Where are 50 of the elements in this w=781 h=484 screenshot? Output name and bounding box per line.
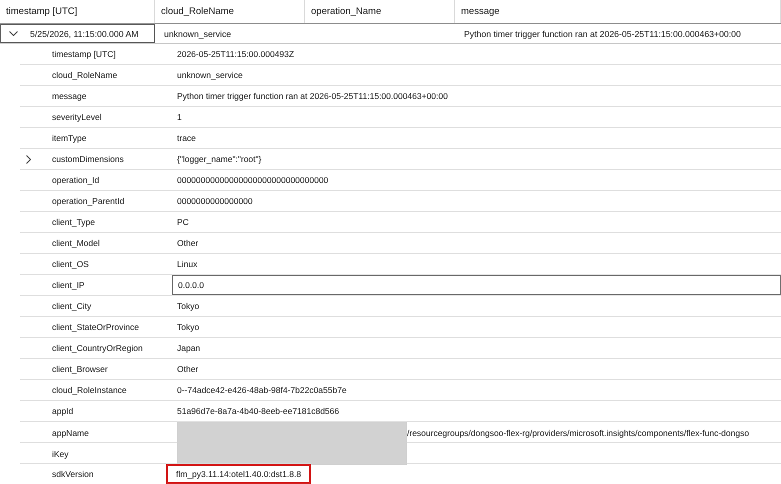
- property-name: client_Browser: [51, 364, 109, 374]
- property-value: 0--74adce42-e426-48ab-98f4-7b22c0a55b7e: [177, 384, 348, 397]
- property-name: timestamp [UTC]: [51, 49, 117, 59]
- property-value: unknown_service: [177, 69, 244, 82]
- property-name: client_Type: [51, 217, 96, 227]
- chevron-down-icon[interactable]: [9, 30, 18, 36]
- property-name: client_StateOrProvince: [51, 322, 140, 332]
- property-value: {"logger_name":"root"}: [177, 153, 262, 166]
- property-value: 51a96d7e-8a7a-4b40-8eeb-ee7181c8d566: [177, 405, 340, 418]
- property-name: sdkVersion: [51, 469, 95, 479]
- column-header[interactable]: operation_Name: [305, 0, 455, 23]
- property-name: appName: [51, 428, 90, 438]
- property-name: client_IP: [51, 280, 86, 290]
- property-name: client_Model: [51, 238, 101, 248]
- property-name: appId: [51, 406, 74, 416]
- property-name: client_CountryOrRegion: [51, 343, 144, 353]
- property-value: Tokyo: [177, 300, 200, 313]
- property-value: Japan: [177, 342, 202, 355]
- property-name: itemType: [51, 133, 88, 143]
- chevron-right-icon[interactable]: [26, 154, 32, 164]
- property-name: severityLevel: [51, 112, 103, 122]
- property-value: Other: [177, 363, 200, 376]
- property-value: trace: [177, 132, 197, 145]
- property-value: PC: [177, 216, 190, 229]
- property-value: 0000000000000000: [177, 195, 254, 208]
- property-name: cloud_RoleInstance: [51, 385, 128, 395]
- cell-text: unknown_service: [164, 28, 232, 38]
- property-name: client_OS: [51, 259, 90, 269]
- property-value: flm_py3.11.14:otel1.40.0:dst1.8.8: [166, 464, 312, 484]
- property-value: 1: [177, 111, 183, 124]
- property-value: Tokyo: [177, 321, 200, 334]
- property-name: iKey: [51, 449, 70, 459]
- column-header[interactable]: cloud_RoleName: [155, 0, 305, 23]
- property-name: client_City: [51, 301, 92, 311]
- property-value: 2026-05-25T11:15:00.000493Z: [177, 48, 296, 61]
- property-value: 00000000000000000000000000000000: [177, 174, 330, 187]
- column-header[interactable]: message: [455, 0, 781, 23]
- property-name: cloud_RoleName: [51, 70, 118, 80]
- property-name: operation_ParentId: [51, 196, 126, 206]
- property-value: /resourcegroups/dongsoo-flex-rg/providers/microsoft.insights/components/flex-func-dongso: [407, 427, 750, 440]
- cell-text: 5/25/2026, 11:15:00.000 AM: [30, 28, 139, 38]
- property-name: operation_Id: [51, 175, 100, 185]
- column-header[interactable]: timestamp [UTC]: [0, 0, 155, 23]
- property-value: Linux: [177, 258, 198, 271]
- property-name: customDimensions: [51, 154, 125, 164]
- property-name: message: [51, 91, 88, 101]
- property-value: 0.0.0.0: [178, 279, 205, 292]
- property-value: Python timer trigger function ran at 2026-05-25T11:15:00.000463+00:00: [177, 90, 449, 103]
- cell-text: Python timer trigger function ran at 2026-05-25T11:15:00.000463+00:00: [464, 28, 741, 38]
- property-value: Other: [177, 237, 200, 250]
